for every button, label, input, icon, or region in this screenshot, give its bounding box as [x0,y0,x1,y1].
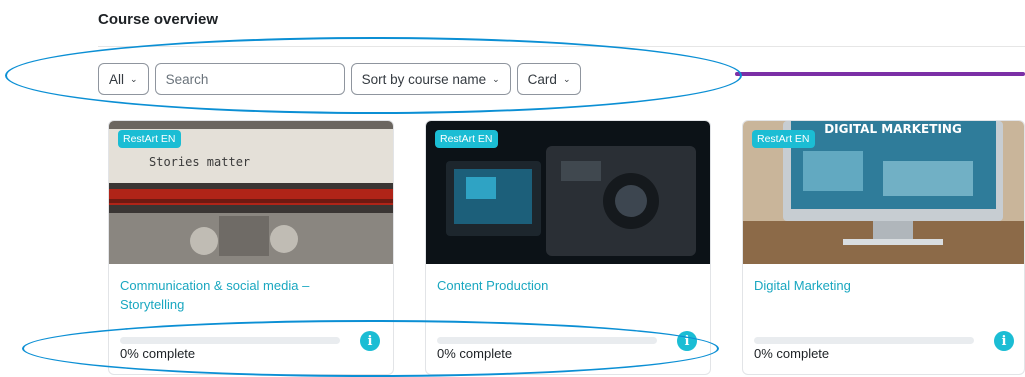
info-icon[interactable]: i [677,331,697,351]
course-card[interactable]: Stories matter RestArt EN Communication … [108,120,394,375]
image-heading-text: DIGITAL MARKETING [824,122,962,136]
category-badge: RestArt EN [435,130,498,148]
info-icon[interactable]: i [360,331,380,351]
divider [98,46,1025,47]
view-label: Card [527,71,557,87]
image-typed-text: Stories matter [149,155,250,169]
filter-bar: All ⌄ Search Sort by course name ⌄ Card … [98,63,582,95]
sort-dropdown[interactable]: Sort by course name ⌄ [350,63,511,95]
chevron-down-icon: ⌄ [492,73,500,84]
progress-bar [120,337,340,344]
category-badge: RestArt EN [118,130,181,148]
course-card[interactable]: DIGITAL MARKETING RestArt EN Digital Mar… [742,120,1025,375]
chevron-down-icon: ⌄ [130,73,138,84]
progress-bar [437,337,657,344]
search-input[interactable]: Search [154,63,345,95]
course-title-link[interactable]: Communication & social media – Storytell… [120,276,370,314]
progress-bar [754,337,974,344]
category-badge: RestArt EN [752,130,815,148]
progress-label: 0% complete [120,346,196,361]
annotation-line [735,72,1025,76]
course-title-link[interactable]: Digital Marketing [754,276,1004,295]
progress-label: 0% complete [437,346,513,361]
view-dropdown[interactable]: Card ⌄ [516,63,582,95]
info-icon[interactable]: i [994,331,1014,351]
search-placeholder: Search [165,71,209,87]
grouping-dropdown[interactable]: All ⌄ [98,63,149,95]
grouping-label: All [109,71,125,87]
course-card[interactable]: RestArt EN Content Production i 0% compl… [425,120,711,375]
progress-label: 0% complete [754,346,830,361]
page-title: Course overview [98,11,219,28]
sort-label: Sort by course name [361,71,487,87]
course-title-link[interactable]: Content Production [437,276,687,295]
chevron-down-icon: ⌄ [562,73,571,84]
